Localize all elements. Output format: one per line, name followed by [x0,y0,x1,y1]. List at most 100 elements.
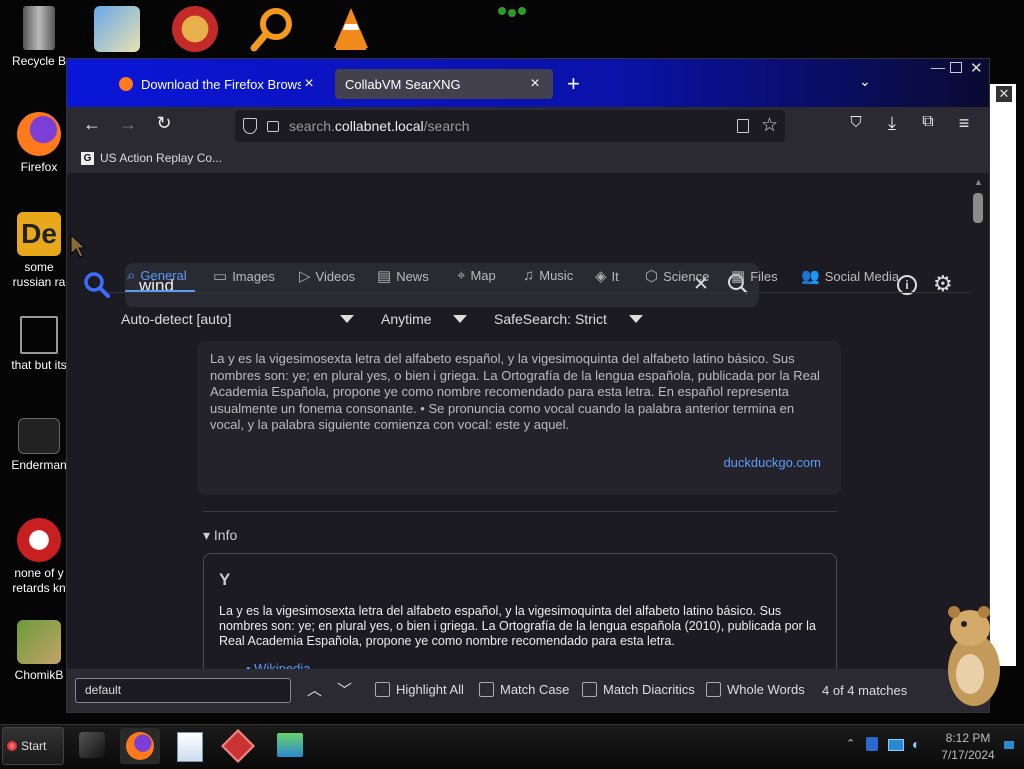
find-previous-icon[interactable]: ︿ [307,679,322,700]
tab-images[interactable]: ▭ Images [213,267,275,285]
info-toggle[interactable]: ▾ Info [203,527,237,544]
info-text: La y es la vigesimosexta letra del alfab… [219,604,816,648]
play-icon: ▷ [299,268,311,285]
page-content: ▲ wind ✕ i ⚙ ⌕ General ▭ Images ▷ Videos ▤ N… [67,173,989,695]
info-title: Y [219,570,231,589]
desktop-icon-russian[interactable]: De some russian ra [4,212,74,290]
cube-icon: ⬡ [645,268,659,285]
console-icon [18,418,60,454]
shield-icon [243,118,257,134]
tab-general[interactable]: ⌕ General [127,267,187,284]
tray-volume-icon[interactable]: ◐ [912,736,920,752]
minimize-icon[interactable]: — [931,59,945,75]
reader-view-icon[interactable] [737,119,749,133]
highlight-all-checkbox[interactable]: Highlight All [375,682,464,697]
find-bar: default ︿ ﹀ Highlight All Match Case Mat… [67,669,989,712]
tab-videos[interactable]: ▷ Videos [299,267,355,285]
url-bar[interactable]: search. collabnet.local/search ☆ [235,110,785,142]
find-input[interactable]: default [75,678,291,703]
red-app-icon [17,518,61,562]
chevron-down-icon[interactable] [340,315,354,323]
taskbar-firefox-icon[interactable] [120,728,160,764]
taskbar-document-icon[interactable] [170,728,210,764]
image-icon: ▭ [213,268,228,285]
tab-science[interactable]: ⬡ Science [645,267,709,285]
clock-date[interactable]: 7/17/2024 [936,748,1000,762]
match-diacritics-checkbox[interactable]: Match Diacritics [582,682,695,697]
clock-time[interactable]: 8:12 PM [938,731,998,745]
bookmark-star-icon[interactable]: ☆ [761,114,778,137]
taskbar-app-cube[interactable] [72,728,112,764]
search-icon: ⌕ [127,267,136,284]
scrollbar[interactable]: ▲ [971,177,985,665]
extensions-icon[interactable]: ⧉ [913,113,943,131]
scrollbar-thumb[interactable] [973,193,983,223]
close-tab-icon[interactable]: × [527,75,543,93]
chevron-down-icon[interactable] [629,315,643,323]
pocket-icon[interactable]: ⛉ [841,114,871,131]
tray-network-icon[interactable] [888,739,904,751]
close-tab-icon[interactable]: × [301,75,317,93]
start-button[interactable]: Start [2,727,64,765]
match-case-checkbox[interactable]: Match Case [479,682,569,697]
mail-app-icon[interactable] [94,6,140,52]
tab-it[interactable]: ◈ It [595,267,619,285]
answer-box: La y es la vigesimosexta letra del alfab… [197,341,841,495]
downloads-icon[interactable]: ⤓ [877,113,907,134]
back-icon[interactable]: ← [77,114,107,135]
bookmark-item[interactable]: G US Action Replay Co... [81,151,222,165]
tray-expand-icon[interactable]: ⌃ [846,737,855,750]
desktop-icon-chomik[interactable]: ChomikB [4,620,74,683]
music-note-icon: ♫ [523,267,535,284]
chevron-down-icon[interactable] [453,315,467,323]
safesearch-select[interactable]: SafeSearch: Strict [494,311,607,327]
navigation-bar: ← → ↻ search. collabnet.local/search ☆ ⛉ … [67,107,989,145]
bookmark-favicon-icon: G [81,151,94,165]
tab-music[interactable]: ♫ Music [523,267,573,284]
tab-news[interactable]: ▤ News [377,267,429,285]
mouse-cursor-icon [70,233,87,263]
p-app-icon[interactable] [172,6,218,52]
menu-icon[interactable]: ≡ [949,113,979,134]
tab-social-media[interactable]: 👥 Social Media [801,267,899,285]
time-select[interactable]: Anytime [381,311,432,327]
window-grip-icon [498,4,526,17]
windows-stack-icon [20,316,58,354]
search-app-icon[interactable] [250,6,296,52]
language-select[interactable]: Auto-detect [auto] [121,311,232,327]
tab-map[interactable]: ⌖ Map [457,267,496,284]
show-desktop-icon[interactable] [1004,741,1014,749]
desktop-icon-retards[interactable]: none of y retards kn [4,518,74,596]
tray-shield-icon[interactable] [866,737,878,751]
taskbar-game-icon[interactable] [218,728,258,764]
vlc-icon[interactable] [328,6,374,52]
answer-source-link[interactable]: duckduckgo.com [723,455,821,470]
desktop-icon-recycle-bin[interactable]: Recycle B [4,6,74,69]
tab-firefox-download[interactable]: Download the Firefox Browser × [109,69,327,99]
preferences-gear-icon[interactable]: ⚙ [933,271,953,297]
reload-icon[interactable]: ↻ [149,113,179,134]
hamster-box-icon [17,620,61,664]
find-next-icon[interactable]: ﹀ [337,679,352,700]
maximize-icon[interactable] [950,62,962,73]
section-divider [203,511,837,512]
new-tab-icon[interactable]: + [567,71,580,97]
taskbar-installer-icon[interactable] [270,728,310,764]
list-tabs-icon[interactable]: ⌄ [859,73,871,90]
layers-icon: ◈ [595,268,607,285]
background-window-close-icon[interactable]: ✕ [996,86,1012,102]
desktop-icon-enderman[interactable]: Enderman [4,418,74,473]
whole-words-checkbox[interactable]: Whole Words [706,682,805,697]
searxng-logo-icon[interactable] [83,271,111,304]
desktop-icon-firefox[interactable]: Firefox [4,112,74,175]
lock-icon [267,120,279,132]
tab-files[interactable]: ▦ Files [731,267,778,285]
map-pin-icon: ⌖ [457,267,466,284]
category-divider [107,292,971,293]
forward-icon[interactable]: → [113,114,143,135]
desktop-icon-that[interactable]: that but its [4,316,74,373]
taskbar: Start ⌃ ◐ 8:12 PM 7/17/2024 [0,724,1024,769]
windows-logo-icon [7,741,17,751]
tab-searxng[interactable]: CollabVM SearXNG × [335,69,553,99]
close-window-icon[interactable]: ✕ [970,59,983,77]
